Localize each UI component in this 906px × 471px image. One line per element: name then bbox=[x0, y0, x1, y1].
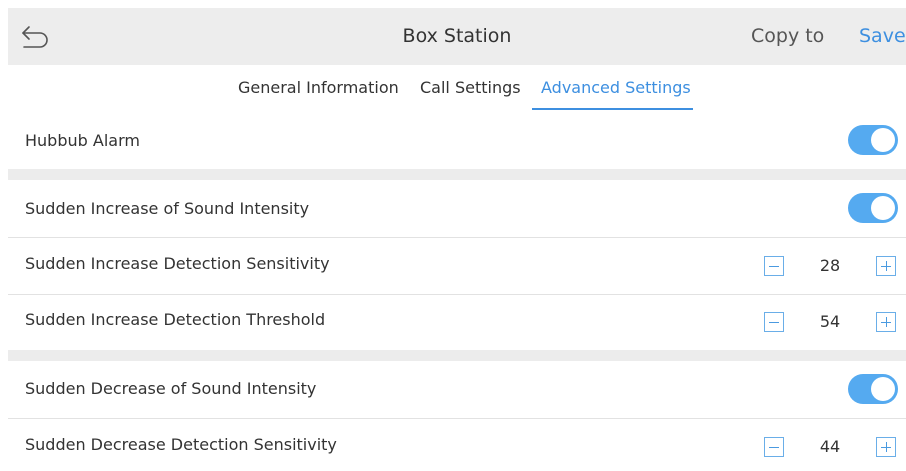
plus-icon-vertical bbox=[886, 317, 887, 327]
sudden-increase-toggle[interactable] bbox=[848, 193, 898, 223]
back-button[interactable] bbox=[18, 22, 52, 52]
minus-icon bbox=[769, 322, 779, 323]
setting-row-hubbub-alarm: Hubbub Alarm bbox=[8, 112, 906, 169]
plus-icon-vertical bbox=[886, 261, 887, 271]
increase-sensitivity-minus-button[interactable] bbox=[764, 256, 784, 276]
toggle-knob bbox=[871, 196, 895, 220]
toggle-knob bbox=[871, 377, 895, 401]
sudden-decrease-label: Sudden Decrease of Sound Intensity bbox=[25, 379, 317, 398]
decrease-sensitivity-plus-button[interactable] bbox=[876, 437, 896, 457]
increase-threshold-value: 54 bbox=[819, 312, 841, 331]
minus-icon bbox=[769, 447, 779, 448]
section-separator bbox=[8, 350, 906, 361]
tab-call-settings[interactable]: Call Settings bbox=[420, 66, 521, 109]
hubbub-alarm-toggle[interactable] bbox=[848, 125, 898, 155]
minus-icon bbox=[769, 266, 779, 267]
decrease-sensitivity-label: Sudden Decrease Detection Sensitivity bbox=[25, 435, 337, 454]
setting-row-sudden-decrease: Sudden Decrease of Sound Intensity bbox=[8, 361, 906, 418]
copy-to-button[interactable]: Copy to bbox=[751, 8, 824, 65]
decrease-sensitivity-value: 44 bbox=[819, 437, 841, 456]
tab-advanced-settings[interactable]: Advanced Settings bbox=[541, 66, 691, 109]
setting-row-sudden-increase: Sudden Increase of Sound Intensity bbox=[8, 180, 906, 237]
tab-bar: General Information Call Settings Advanc… bbox=[0, 66, 906, 111]
tab-general-information[interactable]: General Information bbox=[238, 66, 399, 109]
increase-threshold-label: Sudden Increase Detection Threshold bbox=[25, 310, 326, 329]
toggle-knob bbox=[871, 128, 895, 152]
section-separator bbox=[8, 169, 906, 180]
plus-icon-vertical bbox=[886, 442, 887, 452]
sudden-decrease-toggle[interactable] bbox=[848, 374, 898, 404]
increase-threshold-minus-button[interactable] bbox=[764, 312, 784, 332]
increase-threshold-plus-button[interactable] bbox=[876, 312, 896, 332]
decrease-sensitivity-minus-button[interactable] bbox=[764, 437, 784, 457]
increase-sensitivity-label: Sudden Increase Detection Sensitivity bbox=[25, 254, 330, 273]
sudden-increase-label: Sudden Increase of Sound Intensity bbox=[25, 199, 310, 218]
hubbub-alarm-label: Hubbub Alarm bbox=[25, 131, 140, 150]
increase-sensitivity-plus-button[interactable] bbox=[876, 256, 896, 276]
header-bar: Box Station Copy to Save bbox=[8, 8, 906, 65]
active-tab-indicator bbox=[532, 108, 693, 110]
save-button[interactable]: Save bbox=[859, 8, 906, 65]
increase-sensitivity-value: 28 bbox=[819, 256, 841, 275]
back-arrow-icon bbox=[22, 26, 48, 48]
